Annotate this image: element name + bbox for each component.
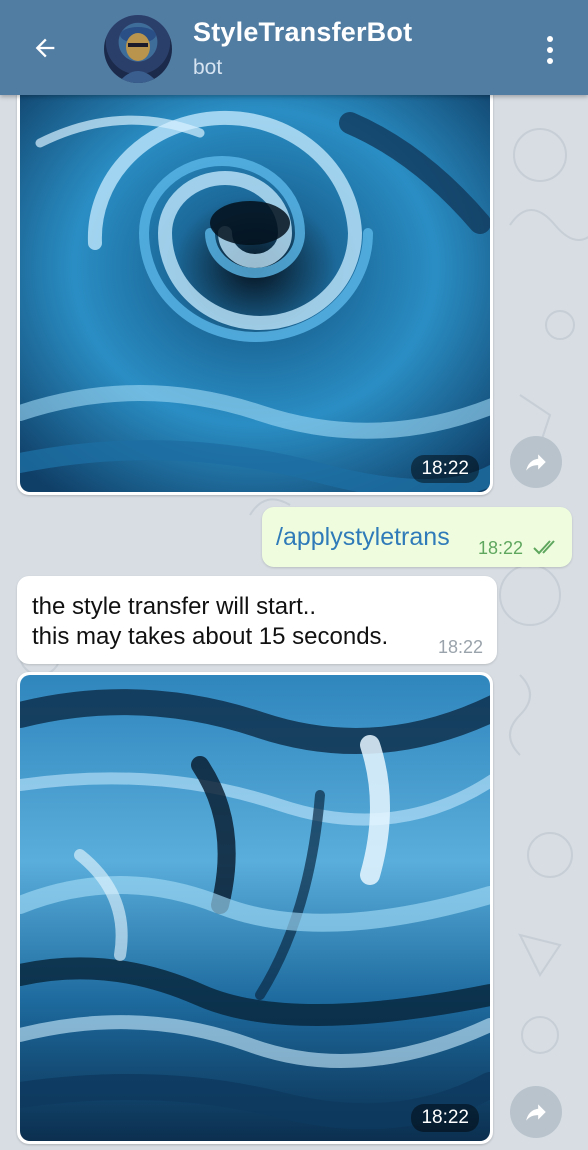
photo-message[interactable]: 18:22: [17, 672, 493, 1144]
double-check-icon: [533, 540, 555, 555]
message-text-line: the style transfer will start..: [32, 593, 317, 620]
share-arrow-icon: [526, 1104, 546, 1121]
message-time: 18:22: [411, 1104, 479, 1132]
arrow-left-icon: [35, 38, 55, 58]
more-vertical-icon: [547, 36, 553, 42]
message-text-line: this may takes about 15 seconds.: [32, 623, 389, 650]
styled-result-image: [20, 675, 490, 1141]
swirl-artwork-image: [20, 83, 490, 492]
chat-header: StyleTransferBot bot: [0, 0, 588, 95]
message-time: 18:22: [438, 637, 484, 657]
bot-avatar[interactable]: [104, 15, 172, 83]
more-menu-button[interactable]: [535, 30, 565, 70]
photo-message[interactable]: 18:22: [17, 80, 493, 495]
avatar-image: [118, 27, 158, 83]
share-arrow-icon: [526, 454, 546, 471]
share-button[interactable]: [510, 1086, 562, 1138]
command-link[interactable]: /applystyletrans: [276, 523, 450, 552]
chat-subtitle: bot: [193, 56, 223, 79]
share-button[interactable]: [510, 436, 562, 488]
message-time: 18:22: [411, 455, 479, 483]
chat-title: StyleTransferBot: [193, 17, 413, 47]
message-time: 18:22: [478, 538, 524, 558]
back-button[interactable]: [22, 25, 68, 71]
incoming-message: the style transfer will start.. this may…: [17, 576, 497, 664]
outgoing-message: /applystyletrans 18:22: [262, 507, 572, 567]
